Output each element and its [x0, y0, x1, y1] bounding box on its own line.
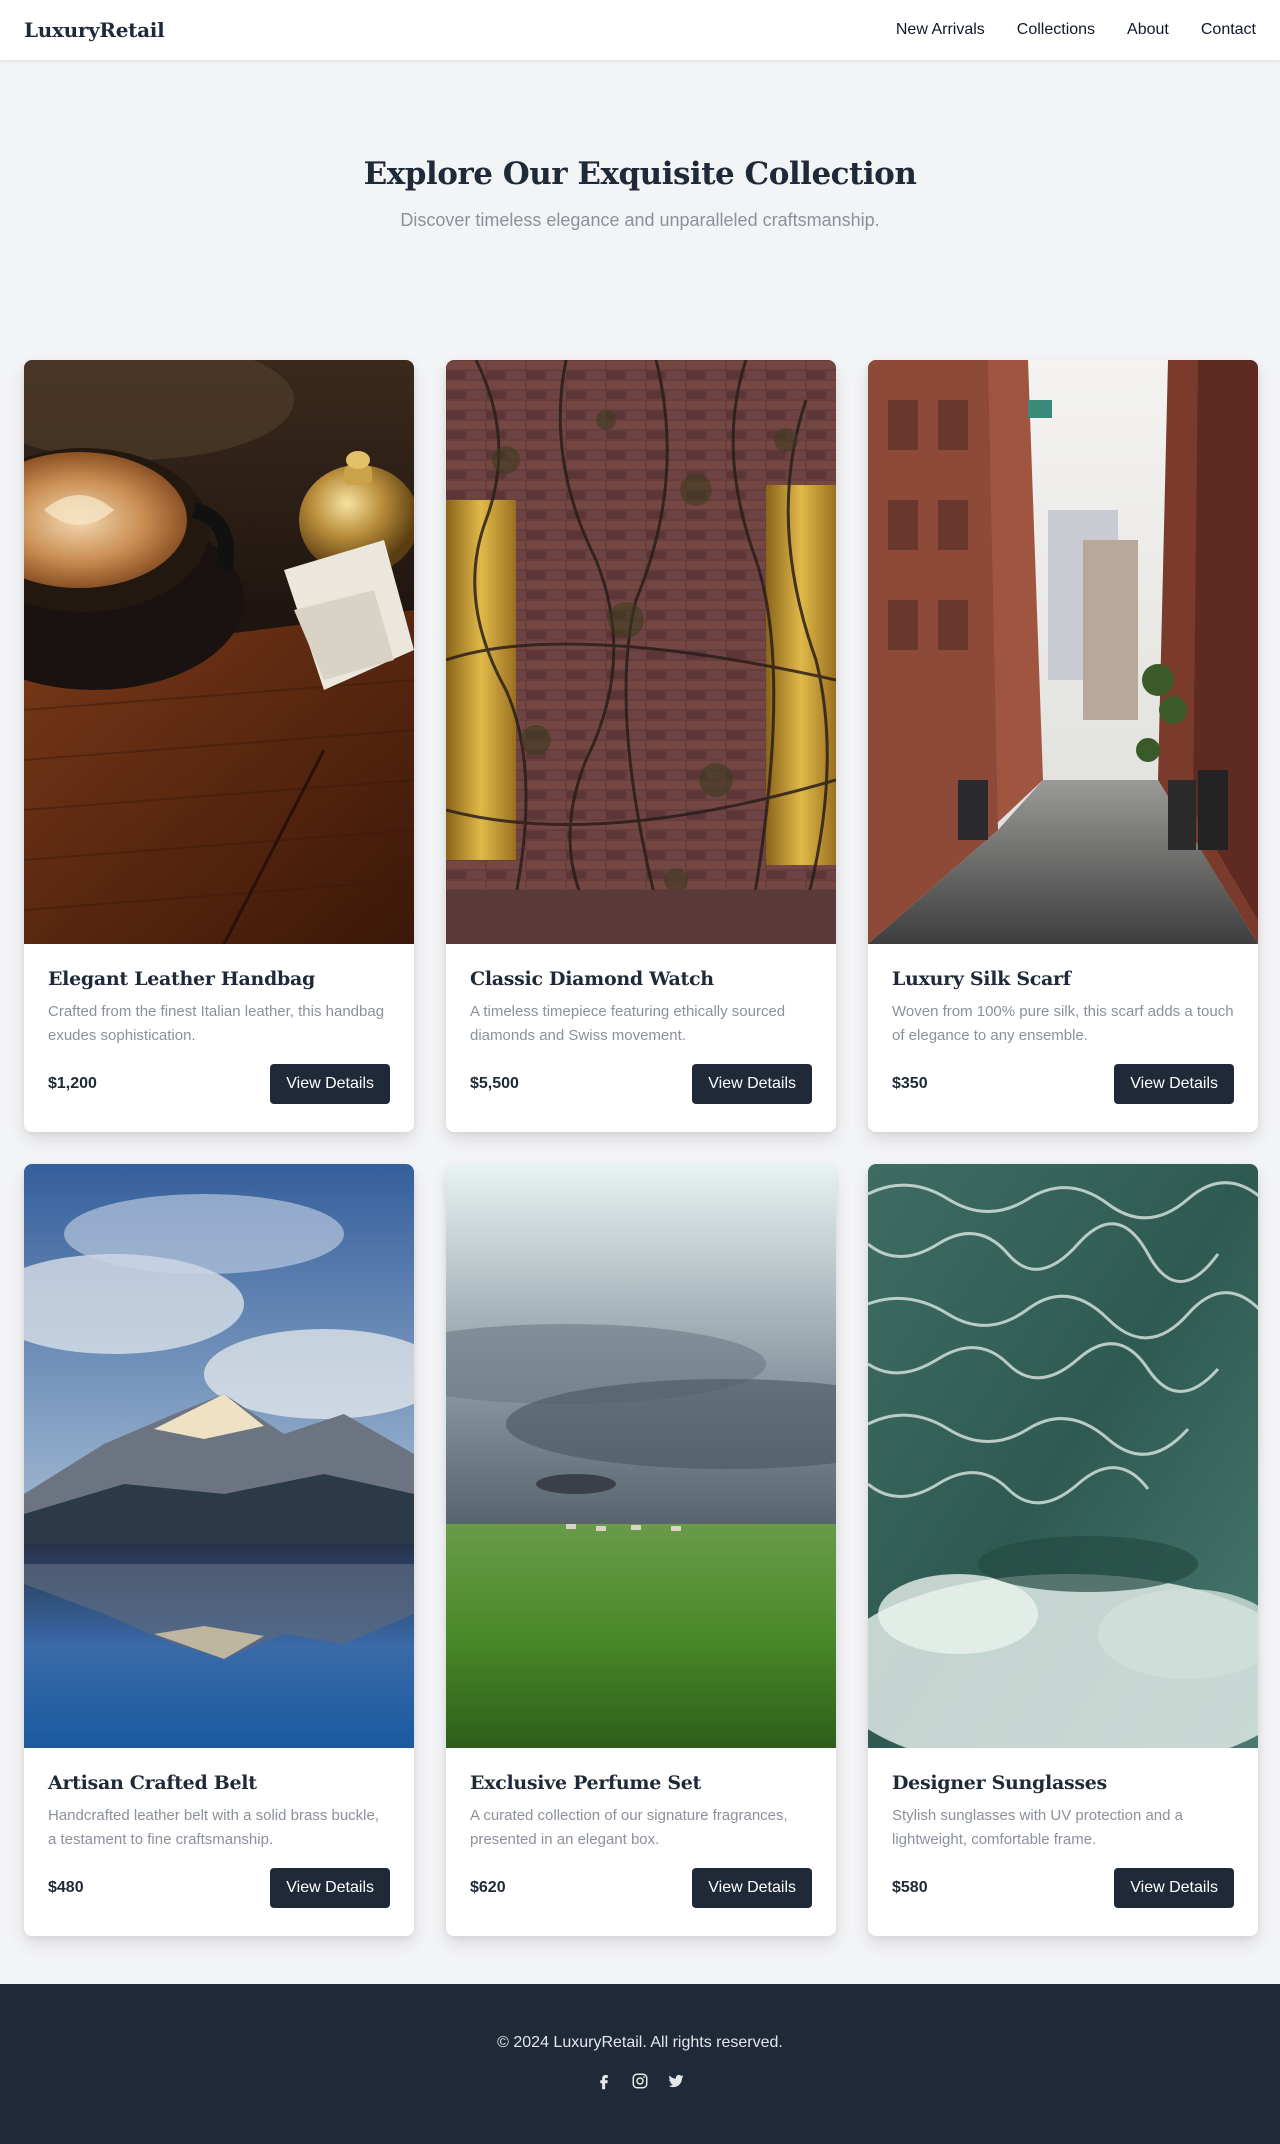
social-links: [0, 2072, 1280, 2090]
product-title[interactable]: Artisan Crafted Belt: [48, 1772, 390, 1794]
view-details-button[interactable]: View Details: [270, 1868, 390, 1908]
product-description: Crafted from the finest Italian leather,…: [48, 1003, 385, 1044]
card-footer: $1,200 View Details: [48, 1064, 390, 1104]
product-title[interactable]: Elegant Leather Handbag: [48, 968, 390, 990]
copyright-text: © 2024 LuxuryRetail. All rights reserved…: [497, 2034, 783, 2051]
product-card: Designer Sunglasses Stylish sunglasses w…: [868, 1164, 1258, 1936]
view-details-button[interactable]: View Details: [692, 1868, 812, 1908]
nav-contact[interactable]: Contact: [1201, 21, 1256, 39]
product-card: Classic Diamond Watch A timeless timepie…: [446, 360, 836, 1132]
product-price: $350: [892, 1075, 928, 1092]
card-footer: $5,500 View Details: [470, 1064, 812, 1104]
main-nav: New Arrivals Collections About Contact: [896, 21, 1256, 39]
nav-collections[interactable]: Collections: [1017, 21, 1095, 39]
page-subtitle: Discover timeless elegance and unparalle…: [400, 210, 880, 230]
instagram-icon[interactable]: [631, 2072, 649, 2090]
view-details-button[interactable]: View Details: [1114, 1064, 1234, 1104]
card-body: Elegant Leather Handbag Crafted from the…: [24, 944, 414, 1132]
product-price: $480: [48, 1879, 84, 1896]
product-title[interactable]: Designer Sunglasses: [892, 1772, 1234, 1794]
product-image-alley[interactable]: [868, 360, 1258, 944]
product-description: A timeless timepiece featuring ethically…: [470, 1003, 786, 1044]
product-image-stormy-field[interactable]: [446, 1164, 836, 1748]
product-description: A curated collection of our signature fr…: [470, 1807, 788, 1848]
product-title[interactable]: Classic Diamond Watch: [470, 968, 812, 990]
product-image-brick-wall[interactable]: [446, 360, 836, 944]
card-body: Classic Diamond Watch A timeless timepie…: [446, 944, 836, 1132]
nav-new-arrivals[interactable]: New Arrivals: [896, 21, 985, 39]
product-title[interactable]: Luxury Silk Scarf: [892, 968, 1234, 990]
product-price: $5,500: [470, 1075, 519, 1092]
twitter-icon[interactable]: [667, 2072, 685, 2090]
card-body: Luxury Silk Scarf Woven from 100% pure s…: [868, 944, 1258, 1132]
card-footer: $350 View Details: [892, 1064, 1234, 1104]
site-header: LuxuryRetail New Arrivals Collections Ab…: [0, 0, 1280, 60]
hero-section: Explore Our Exquisite Collection Discove…: [0, 60, 1280, 360]
logo[interactable]: LuxuryRetail: [24, 18, 165, 42]
card-body: Exclusive Perfume Set A curated collecti…: [446, 1748, 836, 1936]
card-footer: $480 View Details: [48, 1868, 390, 1908]
product-price: $620: [470, 1879, 506, 1896]
facebook-icon[interactable]: [595, 2072, 613, 2090]
product-image-ocean-waves[interactable]: [868, 1164, 1258, 1748]
product-title[interactable]: Exclusive Perfume Set: [470, 1772, 812, 1794]
product-price: $580: [892, 1879, 928, 1896]
product-card: Artisan Crafted Belt Handcrafted leather…: [24, 1164, 414, 1936]
site-footer: © 2024 LuxuryRetail. All rights reserved…: [0, 1984, 1280, 2144]
product-image-coffee[interactable]: [24, 360, 414, 944]
product-card: Exclusive Perfume Set A curated collecti…: [446, 1164, 836, 1936]
product-description: Stylish sunglasses with UV protection an…: [892, 1807, 1183, 1848]
product-price: $1,200: [48, 1075, 97, 1092]
product-image-mountain-lake[interactable]: [24, 1164, 414, 1748]
product-description: Woven from 100% pure silk, this scarf ad…: [892, 1003, 1234, 1044]
nav-about[interactable]: About: [1127, 21, 1169, 39]
product-card: Luxury Silk Scarf Woven from 100% pure s…: [868, 360, 1258, 1132]
view-details-button[interactable]: View Details: [692, 1064, 812, 1104]
view-details-button[interactable]: View Details: [1114, 1868, 1234, 1908]
card-body: Artisan Crafted Belt Handcrafted leather…: [24, 1748, 414, 1936]
card-footer: $580 View Details: [892, 1868, 1234, 1908]
product-description: Handcrafted leather belt with a solid br…: [48, 1807, 380, 1848]
view-details-button[interactable]: View Details: [270, 1064, 390, 1104]
page-title: Explore Our Exquisite Collection: [363, 156, 917, 192]
product-card: Elegant Leather Handbag Crafted from the…: [24, 360, 414, 1132]
card-body: Designer Sunglasses Stylish sunglasses w…: [868, 1748, 1258, 1936]
card-footer: $620 View Details: [470, 1868, 812, 1908]
product-grid: Elegant Leather Handbag Crafted from the…: [0, 360, 1280, 1936]
